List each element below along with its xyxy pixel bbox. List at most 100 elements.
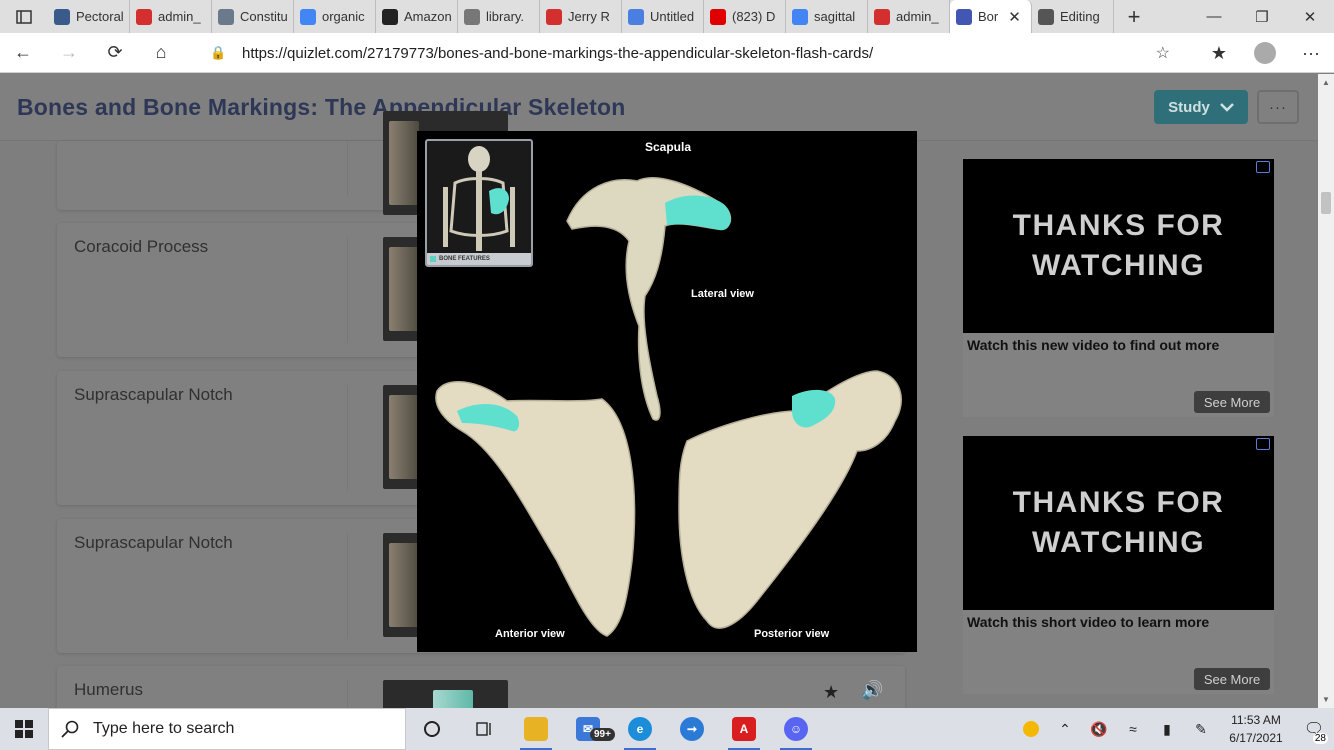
taskbar-search[interactable]: Type here to search [48, 708, 406, 750]
browser-tab[interactable]: Constitu [212, 0, 294, 33]
refresh-button[interactable]: ⟳ [92, 33, 138, 73]
url-text[interactable]: https://quizlet.com/27179773/bones-and-b… [242, 45, 873, 62]
pen-icon[interactable]: ✎ [1184, 708, 1218, 750]
volume-muted-icon[interactable]: 🔇 [1082, 708, 1116, 750]
pdf-favicon-icon [874, 8, 890, 25]
bone-image [389, 395, 419, 479]
task-view-icon [476, 722, 491, 736]
speaker-icon[interactable]: 🔊 [861, 680, 883, 701]
start-button[interactable] [0, 708, 48, 750]
term-card: Humerus ★ 🔊 [57, 666, 905, 708]
clock-date: 6/17/2021 [1229, 731, 1283, 745]
pdf-favicon-icon [546, 8, 562, 25]
swift-app-button[interactable]: ➞ [666, 708, 718, 750]
ad-description[interactable]: Watch this short video to learn more [967, 614, 1209, 630]
browser-tab[interactable]: sagittal [786, 0, 868, 33]
chevron-up-icon[interactable]: ⌃ [1048, 708, 1082, 750]
browser-tab[interactable]: Untitled [622, 0, 704, 33]
page-scrollbar[interactable]: ▲ ▼ [1318, 74, 1334, 708]
term-text: Suprascapular Notch [74, 533, 233, 552]
card-divider [347, 237, 348, 343]
mail-button[interactable]: ✉ 99+ [562, 708, 615, 750]
clock-time: 11:53 AM [1231, 713, 1281, 727]
term-text: Suprascapular Notch [74, 385, 233, 404]
star-icon[interactable]: ★ [823, 682, 839, 703]
tab-title: admin_ [158, 9, 201, 24]
scrollbar-thumb[interactable] [1321, 192, 1331, 214]
home-icon: ⌂ [155, 42, 167, 62]
ad-video[interactable]: THANKS FOR WATCHING [963, 159, 1274, 333]
browser-tab[interactable]: admin_ [130, 0, 212, 33]
address-bar[interactable]: 🔒 https://quizlet.com/27179773/bones-and… [196, 37, 1180, 69]
pdf-icon: A [732, 717, 756, 741]
task-view-button[interactable] [458, 708, 510, 750]
search-icon [61, 720, 79, 738]
ad-unit[interactable]: THANKS FOR WATCHING Watch this new video… [963, 159, 1274, 417]
back-button[interactable]: ← [0, 33, 46, 73]
scroll-up-icon[interactable]: ▲ [1322, 78, 1330, 87]
pdf-favicon-icon [136, 8, 152, 25]
editing-favicon-icon [1038, 8, 1054, 25]
close-tab-icon[interactable]: ✕ [1008, 8, 1021, 26]
quizlet-favicon-icon [956, 8, 972, 25]
file-explorer-button[interactable] [510, 708, 562, 750]
cortana-button[interactable] [406, 708, 458, 750]
new-tab-button[interactable]: + [1114, 0, 1154, 33]
adchoices-icon[interactable] [1256, 161, 1270, 173]
card-divider [347, 385, 348, 491]
browser-tab[interactable]: Jerry R [540, 0, 622, 33]
lateral-view-label: Lateral view [691, 288, 754, 300]
add-favorite-icon[interactable]: ☆ [1156, 43, 1170, 63]
term-text: Humerus [74, 680, 143, 699]
browser-tab[interactable]: Editing [1032, 0, 1114, 33]
clock[interactable]: 11:53 AM 6/17/2021 [1218, 711, 1294, 747]
skeleton-inset: BONE FEATURES [425, 139, 533, 267]
browser-tab[interactable]: Pectoral [48, 0, 130, 33]
browser-tab[interactable]: (823) D [704, 0, 786, 33]
browser-tab[interactable]: Amazon [376, 0, 458, 33]
discord-button[interactable]: ☺ [770, 708, 822, 750]
battery-icon[interactable]: ▮ [1150, 708, 1184, 750]
tab-title: Jerry R [568, 9, 610, 24]
restore-button[interactable]: ❐ [1238, 0, 1286, 33]
ad-description[interactable]: Watch this new video to find out more [967, 337, 1219, 353]
ad-unit[interactable]: THANKS FOR WATCHING Watch this short vid… [963, 436, 1274, 694]
settings-menu-button[interactable]: ··· [1288, 33, 1334, 73]
see-more-button[interactable]: See More [1194, 668, 1270, 690]
amazon-favicon-icon [382, 8, 398, 25]
bone-image [389, 543, 419, 627]
minimize-button[interactable]: — [1190, 0, 1238, 33]
browser-tab[interactable]: admin_ [868, 0, 950, 33]
forward-button[interactable]: → [46, 33, 92, 73]
bone-image [389, 121, 419, 205]
favorites-button[interactable]: ★ [1196, 33, 1242, 73]
browser-tab[interactable]: organic [294, 0, 376, 33]
tab-actions-button[interactable] [0, 0, 48, 33]
tab-actions-icon [16, 9, 32, 24]
browser-tab[interactable]: Bor ✕ [950, 0, 1032, 33]
home-button[interactable]: ⌂ [138, 33, 184, 73]
edge-button[interactable]: e [614, 708, 666, 750]
window-controls: — ❐ ✕ [1190, 0, 1334, 33]
google-favicon-icon [792, 8, 808, 25]
enlarged-image-modal[interactable]: Scapula Lateral view Anterior view Poste… [417, 131, 917, 652]
wifi-icon[interactable]: ≈ [1116, 708, 1150, 750]
more-options-button[interactable]: ··· [1257, 90, 1299, 124]
anterior-view-label: Anterior view [495, 628, 565, 640]
scroll-down-icon[interactable]: ▼ [1322, 695, 1330, 704]
term-image[interactable] [383, 680, 508, 708]
ellipsis-icon: ··· [1302, 42, 1320, 63]
study-button[interactable]: Study [1154, 90, 1248, 124]
tray-app-icon[interactable] [1014, 708, 1048, 750]
see-more-button[interactable]: See More [1194, 391, 1270, 413]
close-window-button[interactable]: ✕ [1286, 0, 1334, 33]
system-tray: ⌃ 🔇 ≈ ▮ ✎ 11:53 AM 6/17/2021 🗨 28 [1014, 708, 1334, 750]
inset-caption: BONE FEATURES [427, 253, 531, 265]
tab-title: sagittal [814, 9, 856, 24]
browser-tab[interactable]: library. [458, 0, 540, 33]
profile-avatar[interactable] [1254, 42, 1276, 64]
notifications-button[interactable]: 🗨 28 [1294, 708, 1334, 750]
adchoices-icon[interactable] [1256, 438, 1270, 450]
acrobat-button[interactable]: A [718, 708, 770, 750]
ad-video[interactable]: THANKS FOR WATCHING [963, 436, 1274, 610]
